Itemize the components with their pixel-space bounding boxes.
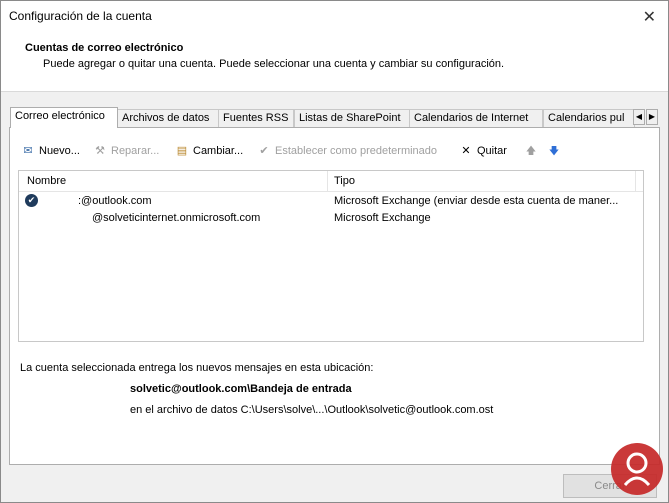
wrench-icon: ⚒ — [95, 145, 105, 157]
account-row[interactable]: @solveticinternet.onmicrosoft.com Micros… — [19, 210, 643, 227]
change-button-label: Cambiar... — [193, 145, 244, 157]
delivery-description: La cuenta seleccionada entrega los nuevo… — [20, 362, 374, 374]
data-file-path: en el archivo de datos C:\Users\solve\..… — [130, 404, 494, 416]
tab-data-files[interactable]: Archivos de datos — [117, 109, 219, 127]
site-logo — [611, 443, 663, 495]
account-type: Microsoft Exchange — [334, 212, 431, 224]
set-default-button[interactable]: ✔ Establecer como predeterminado — [256, 142, 437, 160]
header-subtitle: Puede agregar o quitar una cuenta. Puede… — [43, 58, 505, 70]
dialog-header: Cuentas de correo electrónico Puede agre… — [1, 31, 668, 92]
email-tab-panel: ✉ Nuevo... ⚒ Reparar... ▤ Cambiar... ✔ Estab… — [9, 127, 660, 465]
set-default-button-label: Establecer como predeterminado — [275, 145, 438, 157]
default-account-check-icon: ✔ — [25, 194, 38, 207]
check-circle-icon: ✔ — [259, 145, 269, 157]
account-row[interactable]: ✔ :@outlook.com Microsoft Exchange (envi… — [19, 193, 643, 210]
repair-button[interactable]: ⚒ Reparar... — [92, 142, 159, 160]
change-button[interactable]: ▤ Cambiar... — [174, 142, 243, 160]
list-header: Nombre Tipo — [19, 171, 643, 192]
column-name-header[interactable]: Nombre — [27, 175, 66, 187]
close-icon[interactable]: ✕ — [643, 7, 656, 27]
account-name: @solveticinternet.onmicrosoft.com — [92, 212, 261, 224]
tab-scroll-left-icon[interactable]: ◀ — [633, 109, 645, 125]
column-divider[interactable] — [635, 171, 636, 191]
change-account-icon: ▤ — [176, 145, 188, 157]
account-toolbar: ✉ Nuevo... ⚒ Reparar... ▤ Cambiar... ✔ Estab… — [18, 140, 648, 160]
tab-sharepoint-lists[interactable]: Listas de SharePoint — [294, 109, 412, 127]
account-name: :@outlook.com — [78, 195, 152, 207]
tab-published-calendars[interactable]: Calendarios pul — [543, 109, 635, 127]
tab-rss-feeds[interactable]: Fuentes RSS — [218, 109, 294, 127]
tab-internet-calendars[interactable]: Calendarios de Internet — [409, 109, 543, 127]
account-settings-window: Configuración de la cuenta ✕ Cuentas de … — [0, 0, 669, 503]
repair-button-label: Reparar... — [111, 145, 160, 157]
header-title: Cuentas de correo electrónico — [25, 42, 184, 54]
arrow-down-icon: 🡇 — [548, 146, 560, 157]
window-title: Configuración de la cuenta — [9, 9, 152, 23]
tab-scroll-right-icon[interactable]: ▶ — [646, 109, 658, 125]
arrow-up-icon: 🡅 — [525, 146, 537, 157]
move-down-button[interactable]: 🡇 — [546, 142, 565, 160]
move-up-button[interactable]: 🡅 — [523, 142, 542, 160]
remove-button-label: Quitar — [477, 145, 507, 157]
remove-button[interactable]: ✕ Quitar — [458, 142, 507, 160]
x-icon: ✕ — [461, 145, 471, 157]
column-type-header[interactable]: Tipo — [334, 175, 355, 187]
delivery-location: solvetic@outlook.com\Bandeja de entrada — [130, 383, 352, 395]
column-divider[interactable] — [327, 171, 328, 191]
tab-strip: Correo electrónico Archivos de datos Fue… — [10, 107, 660, 128]
new-button[interactable]: ✉ Nuevo... — [20, 142, 80, 160]
new-button-label: Nuevo... — [39, 145, 80, 157]
new-mail-icon: ✉ — [23, 145, 33, 157]
title-bar: Configuración de la cuenta ✕ — [1, 1, 668, 31]
account-list: Nombre Tipo ✔ :@outlook.com Microsoft Ex… — [18, 170, 644, 342]
tab-email[interactable]: Correo electrónico — [10, 107, 118, 128]
account-type: Microsoft Exchange (enviar desde esta cu… — [334, 195, 619, 207]
